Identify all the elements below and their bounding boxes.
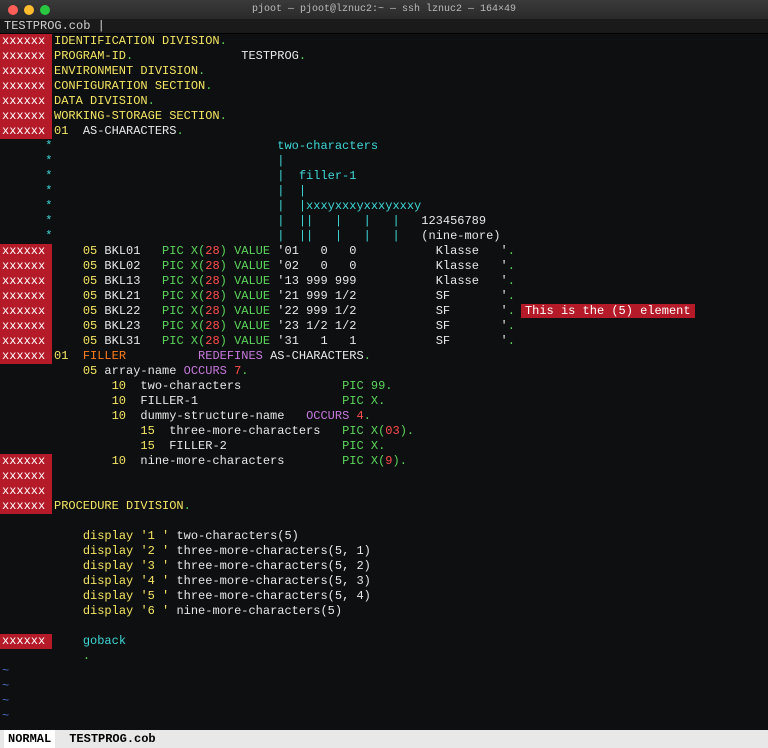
code-line: 10 FILLER-1 PIC X. <box>0 394 768 409</box>
code-line: * | <box>0 154 768 169</box>
tab-bar: TESTPROG.cob | <box>0 19 768 34</box>
code-line: * | |xxxyxxxyxxxyxxxy <box>0 199 768 214</box>
code-line: display '1 ' two-characters(5) <box>0 529 768 544</box>
code-line: xxxxxx 05 BKL13 PIC X(28) VALUE '13 999 … <box>0 274 768 289</box>
gutter: xxxxxx <box>0 34 52 49</box>
code-line: xxxxxx01 FILLER REDEFINES AS-CHARACTERS. <box>0 349 768 364</box>
code-line: 05 array-name OCCURS 7. <box>0 364 768 379</box>
code-line: 15 three-more-characters PIC X(03). <box>0 424 768 439</box>
editor-pane[interactable]: xxxxxxIDENTIFICATION DIVISION. xxxxxxPRO… <box>0 34 768 730</box>
code-line: xxxxxx 05 BKL21 PIC X(28) VALUE '21 999 … <box>0 289 768 304</box>
code-line: xxxxxx 05 BKL31 PIC X(28) VALUE '31 1 1 … <box>0 334 768 349</box>
code-line: 15 FILLER-2 PIC X. <box>0 439 768 454</box>
window-title: pjoot — pjoot@lznuc2:~ — ssh lznuc2 — 16… <box>0 2 768 17</box>
code-line: xxxxxx 05 BKL01 PIC X(28) VALUE '01 0 0 … <box>0 244 768 259</box>
code-line: * | || | | | (nine-more) <box>0 229 768 244</box>
buffer-end: ~ <box>0 694 768 709</box>
code-line: display '4 ' three-more-characters(5, 3) <box>0 574 768 589</box>
code-line: xxxxxx 05 BKL22 PIC X(28) VALUE '22 999 … <box>0 304 768 319</box>
code-line: . <box>0 649 768 664</box>
code-line: xxxxxx goback <box>0 634 768 649</box>
status-filename: TESTPROG.cob <box>69 730 155 748</box>
buffer-end: ~ <box>0 679 768 694</box>
vim-mode: NORMAL <box>4 730 55 748</box>
code-line: xxxxxx 10 nine-more-characters PIC X(9). <box>0 454 768 469</box>
buffer-end: ~ <box>0 664 768 679</box>
code-line: xxxxxxWORKING-STORAGE SECTION. <box>0 109 768 124</box>
code-line: xxxxxxDATA DIVISION. <box>0 94 768 109</box>
code-line: xxxxxxENVIRONMENT DIVISION. <box>0 64 768 79</box>
code-line: xxxxxxCONFIGURATION SECTION. <box>0 79 768 94</box>
status-bar: NORMAL TESTPROG.cob <box>0 730 768 748</box>
code-line: display '5 ' three-more-characters(5, 4) <box>0 589 768 604</box>
code-line: xxxxxx 05 BKL02 PIC X(28) VALUE '02 0 0 … <box>0 259 768 274</box>
code-line: xxxxxxPROGRAM-ID. TESTPROG. <box>0 49 768 64</box>
code-line: display '3 ' three-more-characters(5, 2) <box>0 559 768 574</box>
code-line: xxxxxx <box>0 484 768 499</box>
code-line <box>0 619 768 634</box>
code-line: * | | <box>0 184 768 199</box>
code-line: 10 two-characters PIC 99. <box>0 379 768 394</box>
code-line: display '6 ' nine-more-characters(5) <box>0 604 768 619</box>
code-line: * two-characters <box>0 139 768 154</box>
annotation-badge: This is the (5) element <box>521 304 695 318</box>
code-line: * | || | | | 123456789 <box>0 214 768 229</box>
code-line: xxxxxxPROCEDURE DIVISION. <box>0 499 768 514</box>
code-line: xxxxxx01 AS-CHARACTERS. <box>0 124 768 139</box>
code-line: 10 dummy-structure-name OCCURS 4. <box>0 409 768 424</box>
tab-current[interactable]: TESTPROG.cob | <box>4 19 105 33</box>
code-line: xxxxxx <box>0 469 768 484</box>
window-titlebar: pjoot — pjoot@lznuc2:~ — ssh lznuc2 — 16… <box>0 0 768 19</box>
code-line: * | filler-1 <box>0 169 768 184</box>
code-line <box>0 514 768 529</box>
code-line: display '2 ' three-more-characters(5, 1) <box>0 544 768 559</box>
code-line: xxxxxx 05 BKL23 PIC X(28) VALUE '23 1/2 … <box>0 319 768 334</box>
code-line: xxxxxxIDENTIFICATION DIVISION. <box>0 34 768 49</box>
buffer-end: ~ <box>0 709 768 724</box>
